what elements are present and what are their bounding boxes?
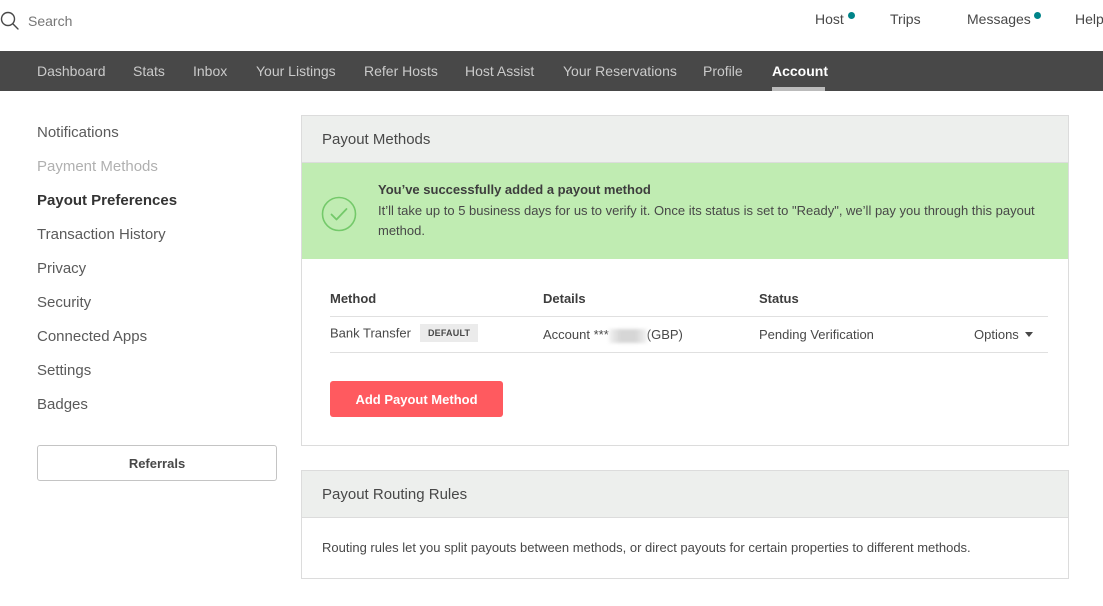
search-bar [0,8,328,34]
check-circle-icon [321,196,357,237]
referrals-button[interactable]: Referrals [37,445,277,481]
subnav-stats[interactable]: Stats [133,63,165,79]
account-masked-prefix: Account *** [543,327,609,342]
search-input[interactable] [28,13,328,29]
sidebar-item-settings[interactable]: Settings [37,362,91,379]
search-icon[interactable] [0,11,20,31]
subnav-account[interactable]: Account [772,63,828,79]
host-notification-dot [848,12,855,19]
alert-title: You’ve successfully added a payout metho… [378,182,651,197]
payout-routing-rules-panel: Payout Routing Rules Routing rules let y… [301,470,1069,579]
column-header-details: Details [543,291,586,306]
redacted-account-number [608,328,647,343]
caret-down-icon [1024,332,1033,338]
sidebar-item-payout-preferences[interactable]: Payout Preferences [37,192,177,209]
payout-methods-title: Payout Methods [302,116,1068,163]
account-currency: (GBP) [646,327,683,342]
method-name: Bank Transfer [330,325,411,341]
routing-rules-description: Routing rules let you split payouts betw… [322,540,971,555]
topnav-help[interactable]: Help [1075,11,1103,27]
status-badge: Pending Verification [759,327,874,342]
messages-notification-dot [1034,12,1041,19]
options-dropdown[interactable]: Options [974,327,1033,342]
column-header-status: Status [759,291,799,306]
active-tab-indicator [772,87,825,91]
sidebar-item-connected-apps[interactable]: Connected Apps [37,328,147,345]
top-bar: Host Trips Messages Help [0,0,1103,50]
topnav-host[interactable]: Host [815,11,844,27]
sidebar-item-notifications[interactable]: Notifications [37,124,119,141]
column-header-method: Method [330,291,377,306]
subnav-refer-hosts[interactable]: Refer Hosts [364,63,438,79]
options-label: Options [974,327,1019,342]
default-badge: DEFAULT [419,324,479,342]
sidebar-item-privacy[interactable]: Privacy [37,260,86,277]
table-row: Bank Transfer DEFAULT Account *** (GBP) Pe… [330,317,1048,353]
table-header-row: Method Details Status [330,281,1048,317]
host-subnav: Dashboard Stats Inbox Your Listings Refe… [0,51,1103,91]
sidebar-item-badges[interactable]: Badges [37,396,88,413]
payout-methods-table: Method Details Status Bank Transfer DEFAU… [330,281,1048,353]
subnav-your-listings[interactable]: Your Listings [256,63,336,79]
success-alert: You’ve successfully added a payout metho… [302,163,1068,259]
payout-methods-panel: Payout Methods You’ve successfully added… [301,115,1069,446]
routing-rules-title: Payout Routing Rules [302,471,1068,518]
details-cell: Account *** (GBP) [543,327,683,343]
subnav-host-assist[interactable]: Host Assist [465,63,534,79]
subnav-profile[interactable]: Profile [703,63,743,79]
method-cell: Bank Transfer DEFAULT [330,324,479,343]
sidebar-item-transaction-history[interactable]: Transaction History [37,226,166,243]
add-payout-method-button[interactable]: Add Payout Method [330,381,503,417]
sidebar-item-payment-methods[interactable]: Payment Methods [37,158,158,175]
sidebar-item-security[interactable]: Security [37,294,91,311]
alert-message: It’ll take up to 5 business days for us … [378,203,1035,238]
subnav-your-reservations[interactable]: Your Reservations [563,63,677,79]
subnav-inbox[interactable]: Inbox [193,63,227,79]
topnav-messages[interactable]: Messages [967,11,1031,27]
topnav-trips[interactable]: Trips [890,11,921,27]
subnav-dashboard[interactable]: Dashboard [37,63,106,79]
